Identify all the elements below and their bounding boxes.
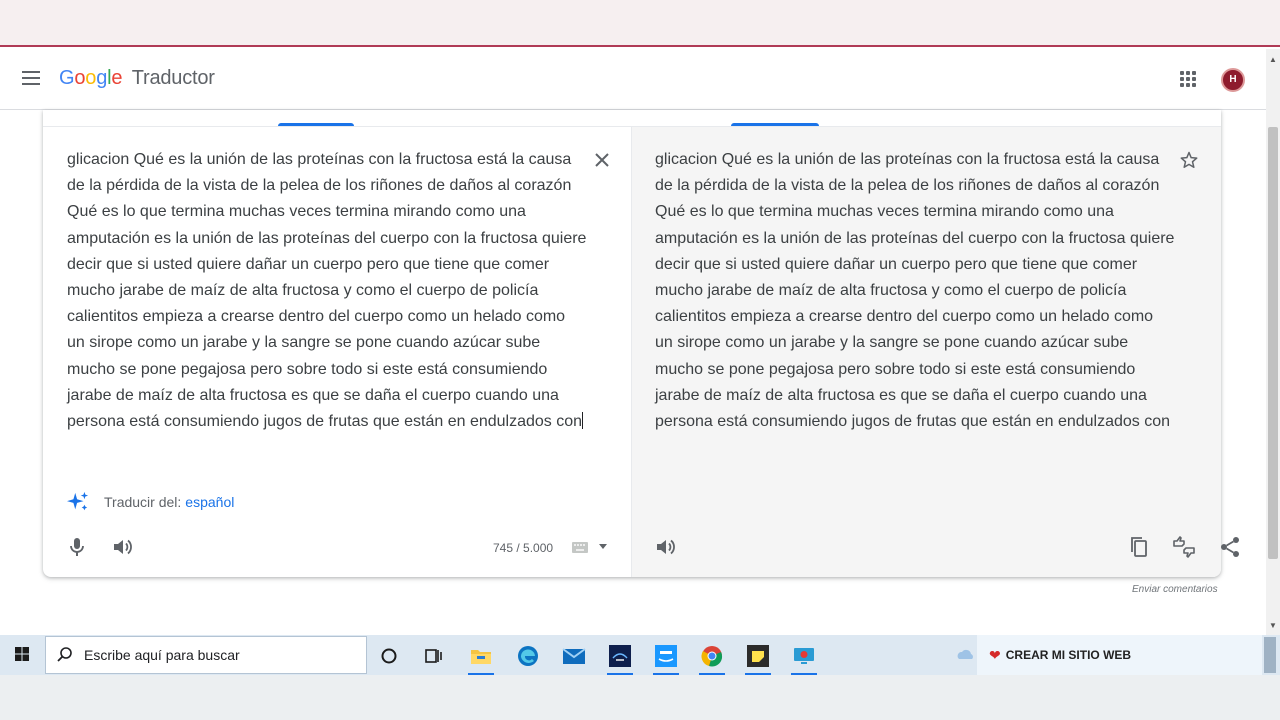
mail-icon[interactable] xyxy=(562,646,586,666)
search-icon xyxy=(57,647,72,662)
translation-card: glicacion Qué es la unión de las proteín… xyxy=(43,110,1239,577)
prime-video-icon[interactable] xyxy=(654,644,678,668)
source-pane[interactable]: glicacion Qué es la unión de las proteín… xyxy=(43,127,631,577)
keyboard-icon[interactable] xyxy=(572,542,588,553)
rate-translation-button[interactable] xyxy=(1172,535,1196,559)
edge-button[interactable] xyxy=(511,641,545,671)
text-caret xyxy=(582,412,584,430)
mail-button[interactable] xyxy=(557,641,591,671)
windows-icon[interactable] xyxy=(0,635,44,675)
disney-plus-button[interactable] xyxy=(603,641,637,675)
sparkle-icon xyxy=(67,491,89,511)
source-text-input[interactable]: glicacion Qué es la unión de las proteín… xyxy=(67,147,587,435)
copy-icon[interactable] xyxy=(1127,535,1151,559)
character-count: 745 / 5.000 xyxy=(493,541,554,555)
logo-letter: o xyxy=(74,67,86,89)
create-website-banner[interactable]: ❤ CREAR MI SITIO WEB xyxy=(977,635,1262,675)
scroll-up-icon[interactable]: ▲ xyxy=(1269,55,1277,64)
page-scrollbar[interactable]: ▲ ▼ xyxy=(1266,49,1280,635)
sticky-notes-icon[interactable] xyxy=(746,644,770,668)
detected-language-link[interactable]: español xyxy=(185,494,234,510)
copy-translation-button[interactable] xyxy=(1127,535,1151,559)
translation-output: glicacion Qué es la unión de las proteín… xyxy=(655,151,1175,431)
source-text-content[interactable]: glicacion Qué es la unión de las proteín… xyxy=(67,151,586,430)
source-listen-button[interactable] xyxy=(110,535,134,559)
clear-text-button[interactable] xyxy=(592,150,612,170)
save-translation-button[interactable] xyxy=(1179,150,1199,170)
speaker-icon[interactable] xyxy=(110,535,134,559)
logo-letter: e xyxy=(111,67,123,89)
cloud-icon[interactable] xyxy=(955,635,977,675)
show-desktop-area[interactable] xyxy=(1262,635,1280,675)
voice-input-button[interactable] xyxy=(65,535,89,559)
scroll-down-icon[interactable]: ▼ xyxy=(1269,621,1277,630)
chrome-icon[interactable] xyxy=(700,644,724,668)
browser-chrome xyxy=(0,0,1280,47)
edge-icon[interactable] xyxy=(516,644,540,668)
close-icon[interactable] xyxy=(592,150,612,170)
windows-taskbar: Escribe aquí para buscar ❤ CREAR MI SITI… xyxy=(0,635,1280,675)
chrome-button[interactable] xyxy=(695,641,729,675)
cortana-button[interactable] xyxy=(372,641,406,671)
search-placeholder: Escribe aquí para buscar xyxy=(84,647,240,663)
logo-letter: G xyxy=(59,67,75,89)
share-icon[interactable] xyxy=(1218,535,1242,559)
menu-icon[interactable] xyxy=(22,71,42,87)
task-view-icon[interactable] xyxy=(424,647,444,665)
star-icon[interactable] xyxy=(1179,150,1199,170)
microphone-icon[interactable] xyxy=(65,535,89,559)
share-translation-button[interactable] xyxy=(1218,535,1242,559)
target-listen-button[interactable] xyxy=(653,535,677,559)
scrollbar-thumb[interactable] xyxy=(1268,127,1278,559)
app-header: Google Traductor H xyxy=(0,49,1266,110)
cortana-icon[interactable] xyxy=(380,647,398,665)
promo-label: CREAR MI SITIO WEB xyxy=(1005,648,1132,662)
disney-plus-icon[interactable] xyxy=(608,644,632,668)
prime-video-button[interactable] xyxy=(649,641,683,675)
product-name: Traductor xyxy=(131,67,215,89)
detect-label: Traducir del: xyxy=(104,494,182,510)
logo-letter: o xyxy=(85,67,97,89)
file-explorer-icon[interactable] xyxy=(469,646,493,666)
bottom-strip xyxy=(0,675,1280,720)
account-avatar[interactable]: H xyxy=(1221,68,1245,92)
detected-language-row: Traducir del: español xyxy=(67,490,234,514)
screen-recorder-icon[interactable] xyxy=(792,644,816,668)
logo-letter: g xyxy=(96,67,108,89)
speaker-icon[interactable] xyxy=(653,535,677,559)
start-button[interactable] xyxy=(0,635,44,675)
taskbar-search-box[interactable]: Escribe aquí para buscar xyxy=(45,636,367,674)
screen-recorder-button[interactable] xyxy=(787,641,821,675)
thumbs-up-down-icon[interactable] xyxy=(1172,535,1196,559)
google-translate-logo[interactable]: Google Traductor xyxy=(59,67,215,90)
target-pane: glicacion Qué es la unión de las proteín… xyxy=(631,127,1239,577)
chevron-down-icon[interactable] xyxy=(599,544,607,549)
file-explorer-button[interactable] xyxy=(464,641,498,675)
task-view-button[interactable] xyxy=(417,641,451,671)
heart-icon: ❤ xyxy=(989,646,1001,663)
send-feedback-link[interactable]: Enviar comentarios xyxy=(1132,584,1218,595)
sticky-notes-button[interactable] xyxy=(741,641,775,675)
google-apps-icon[interactable] xyxy=(1180,71,1196,87)
